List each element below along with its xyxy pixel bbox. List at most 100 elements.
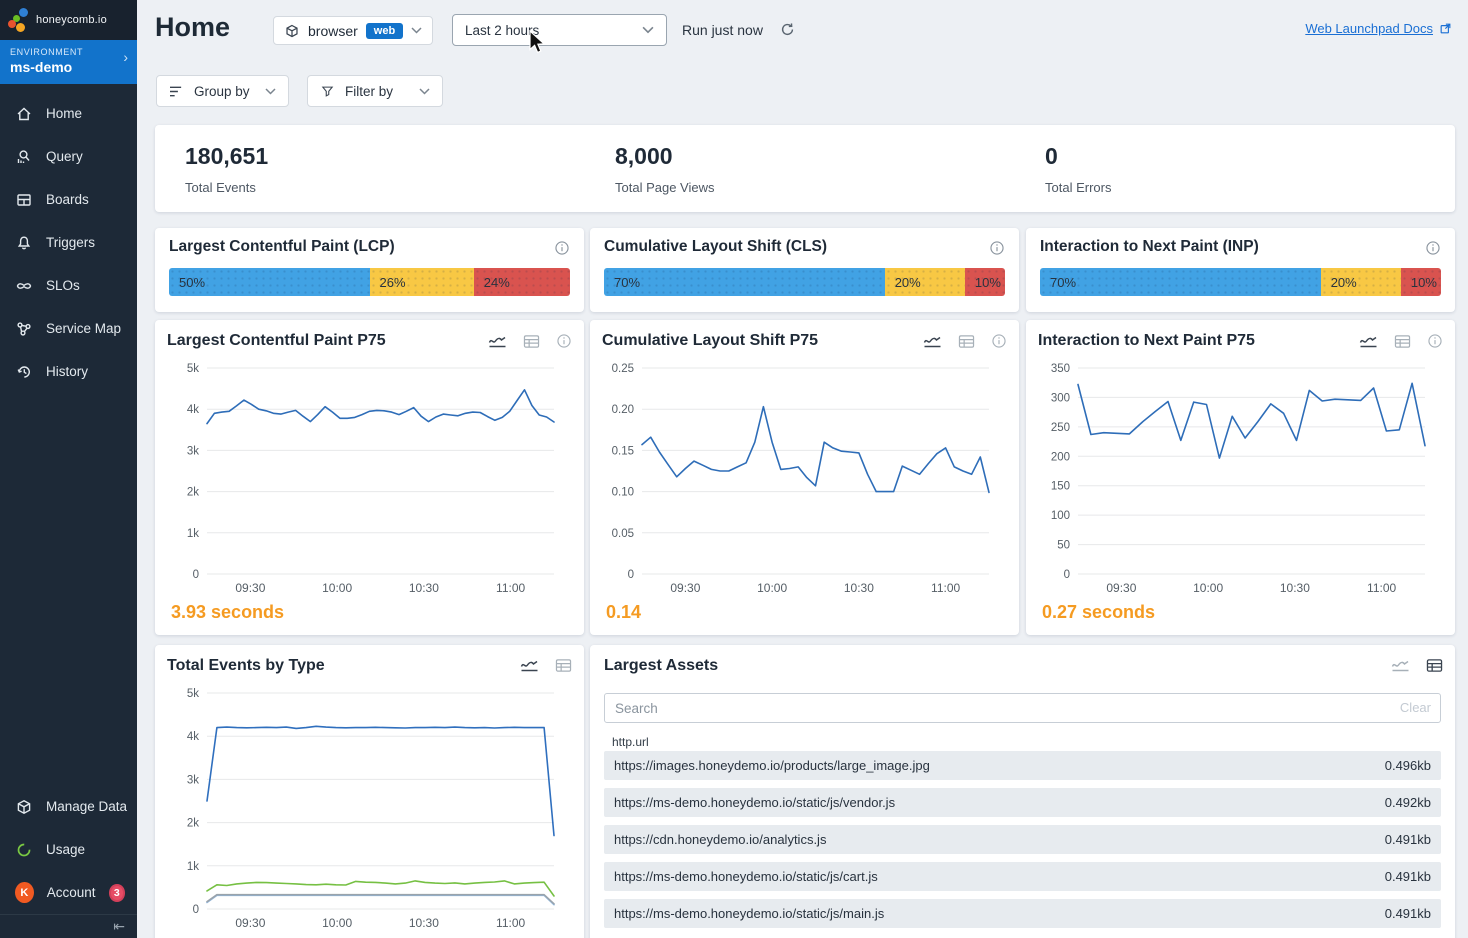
logo[interactable]: honeycomb.io — [0, 0, 137, 40]
svg-text:10:00: 10:00 — [322, 916, 352, 930]
external-link-icon — [1439, 22, 1452, 35]
cube-icon — [284, 23, 300, 39]
sidebar-item-usage[interactable]: Usage — [0, 828, 137, 871]
sidebar-nav: Home Query Boards Triggers SLOs Service … — [0, 92, 137, 393]
stat-value: 180,651 — [185, 143, 268, 170]
web-launchpad-docs-link[interactable]: Web Launchpad Docs — [1305, 21, 1452, 36]
p75-value: 3.93 seconds — [171, 602, 284, 623]
line-chart-icon[interactable] — [923, 334, 942, 349]
query-icon — [15, 148, 33, 166]
sidebar-item-history[interactable]: History — [0, 350, 137, 393]
sidebar-item-account[interactable]: K Account 3 — [0, 871, 137, 914]
sidebar-item-label: Service Map — [46, 321, 121, 336]
time-range-value: Last 2 hours — [465, 23, 539, 38]
refresh-icon[interactable] — [779, 21, 796, 38]
info-icon[interactable] — [556, 333, 572, 349]
stat-value: 8,000 — [615, 143, 715, 170]
svg-text:3k: 3k — [187, 445, 199, 457]
sidebar-item-manage-data[interactable]: Manage Data — [0, 785, 137, 828]
sidebar-item-label: Boards — [46, 192, 89, 207]
svg-text:0: 0 — [628, 569, 634, 581]
inp-p75-chart[interactable]: 05010015020025030035009:3010:0010:3011:0… — [1032, 360, 1437, 600]
table-row[interactable]: https://cdn.honeydemo.io/analytics.js 0.… — [604, 825, 1441, 854]
sidebar-item-boards[interactable]: Boards — [0, 178, 137, 221]
asset-size: 0.492kb — [1385, 795, 1431, 810]
sidebar-item-service-map[interactable]: Service Map — [0, 307, 137, 350]
info-icon[interactable] — [1427, 333, 1443, 349]
line-chart-icon[interactable] — [1391, 658, 1410, 673]
cls-distribution-card: Cumulative Layout Shift (CLS) 70% 20% 10… — [590, 228, 1019, 312]
table-row[interactable]: https://ms-demo.honeydemo.io/static/js/c… — [604, 862, 1441, 891]
inp-p75-card: Interaction to Next Paint P75 0501001502… — [1026, 320, 1455, 635]
lcp-distribution-card: Largest Contentful Paint (LCP) 50% 26% 2… — [155, 228, 584, 312]
info-icon[interactable] — [554, 240, 570, 256]
group-by-label: Group by — [194, 84, 255, 99]
asset-url: https://cdn.honeydemo.io/analytics.js — [614, 832, 826, 847]
assets-search: Clear — [604, 693, 1441, 723]
table-icon[interactable] — [1426, 658, 1443, 673]
svg-text:09:30: 09:30 — [670, 581, 700, 595]
sidebar-item-label: SLOs — [46, 278, 80, 293]
sidebar-item-query[interactable]: Query — [0, 135, 137, 178]
sidebar-item-home[interactable]: Home — [0, 92, 137, 135]
largest-assets-card: Largest Assets Clear http.url https://im… — [590, 645, 1455, 938]
group-by-icon — [169, 85, 184, 98]
clear-button[interactable]: Clear — [1400, 700, 1431, 715]
sidebar-item-slos[interactable]: SLOs — [0, 264, 137, 307]
events-by-type-chart[interactable]: 01k2k3k4k5k09:3010:0010:3011:00 — [161, 685, 566, 935]
cls-p75-chart[interactable]: 00.050.100.150.200.2509:3010:0010:3011:0… — [596, 360, 1001, 600]
stat-total-page-views: 8,000 Total Page Views — [615, 143, 715, 195]
table-row[interactable]: https://images.honeydemo.io/products/lar… — [604, 751, 1441, 780]
line-chart-icon[interactable] — [520, 658, 539, 673]
asset-size: 0.491kb — [1385, 906, 1431, 921]
asset-url: https://ms-demo.honeydemo.io/static/js/c… — [614, 869, 878, 884]
table-row[interactable]: https://ms-demo.honeydemo.io/static/js/v… — [604, 788, 1441, 817]
table-row[interactable]: https://ms-demo.honeydemo.io/static/js/m… — [604, 899, 1441, 928]
info-icon[interactable] — [1425, 240, 1441, 256]
environment-label: ENVIRONMENT — [10, 47, 127, 57]
time-range-select[interactable]: Last 2 hours — [452, 14, 667, 46]
needs-improvement-segment: 20% — [1321, 268, 1401, 296]
svg-text:10:30: 10:30 — [409, 916, 439, 930]
handshake-icon — [15, 277, 33, 295]
bell-icon — [15, 234, 33, 252]
sidebar-collapse-button[interactable]: ⇤ — [0, 914, 137, 938]
dataset-selector[interactable]: browser web — [273, 16, 433, 45]
svg-text:10:30: 10:30 — [844, 581, 874, 595]
svg-text:50: 50 — [1057, 540, 1070, 552]
good-segment: 70% — [604, 268, 885, 296]
svg-text:09:30: 09:30 — [235, 916, 265, 930]
sidebar-item-triggers[interactable]: Triggers — [0, 221, 137, 264]
svg-text:0.25: 0.25 — [612, 363, 634, 375]
filter-by-button[interactable]: Filter by — [307, 75, 443, 107]
table-icon[interactable] — [523, 334, 540, 349]
good-segment: 70% — [1040, 268, 1321, 296]
line-chart-icon[interactable] — [1359, 334, 1378, 349]
search-input[interactable] — [604, 693, 1441, 723]
svg-text:10:00: 10:00 — [322, 581, 352, 595]
service-map-icon — [15, 320, 33, 338]
group-by-button[interactable]: Group by — [156, 75, 289, 107]
column-header-http-url: http.url — [612, 735, 649, 749]
svg-text:0.20: 0.20 — [612, 404, 634, 416]
svg-text:0.15: 0.15 — [612, 445, 634, 457]
lcp-p75-chart[interactable]: 01k2k3k4k5k09:3010:0010:3011:00 — [161, 360, 566, 600]
logo-text: honeycomb.io — [36, 14, 107, 26]
line-chart-icon[interactable] — [488, 334, 507, 349]
sidebar-item-label: Usage — [46, 842, 85, 857]
table-icon[interactable] — [1394, 334, 1411, 349]
needs-improvement-segment: 20% — [885, 268, 965, 296]
info-icon[interactable] — [991, 333, 1007, 349]
chevron-down-icon — [642, 26, 654, 34]
sidebar-item-label: History — [46, 364, 88, 379]
table-icon[interactable] — [555, 658, 572, 673]
environment-switcher[interactable]: ENVIRONMENT ms-demo › — [0, 40, 137, 84]
collapse-icon: ⇤ — [113, 918, 125, 935]
svg-text:300: 300 — [1051, 392, 1070, 404]
p75-value: 0.14 — [606, 602, 641, 623]
svg-text:1k: 1k — [187, 528, 199, 540]
filter-by-label: Filter by — [345, 84, 409, 99]
table-icon[interactable] — [958, 334, 975, 349]
info-icon[interactable] — [989, 240, 1005, 256]
p75-value: 0.27 seconds — [1042, 602, 1155, 623]
